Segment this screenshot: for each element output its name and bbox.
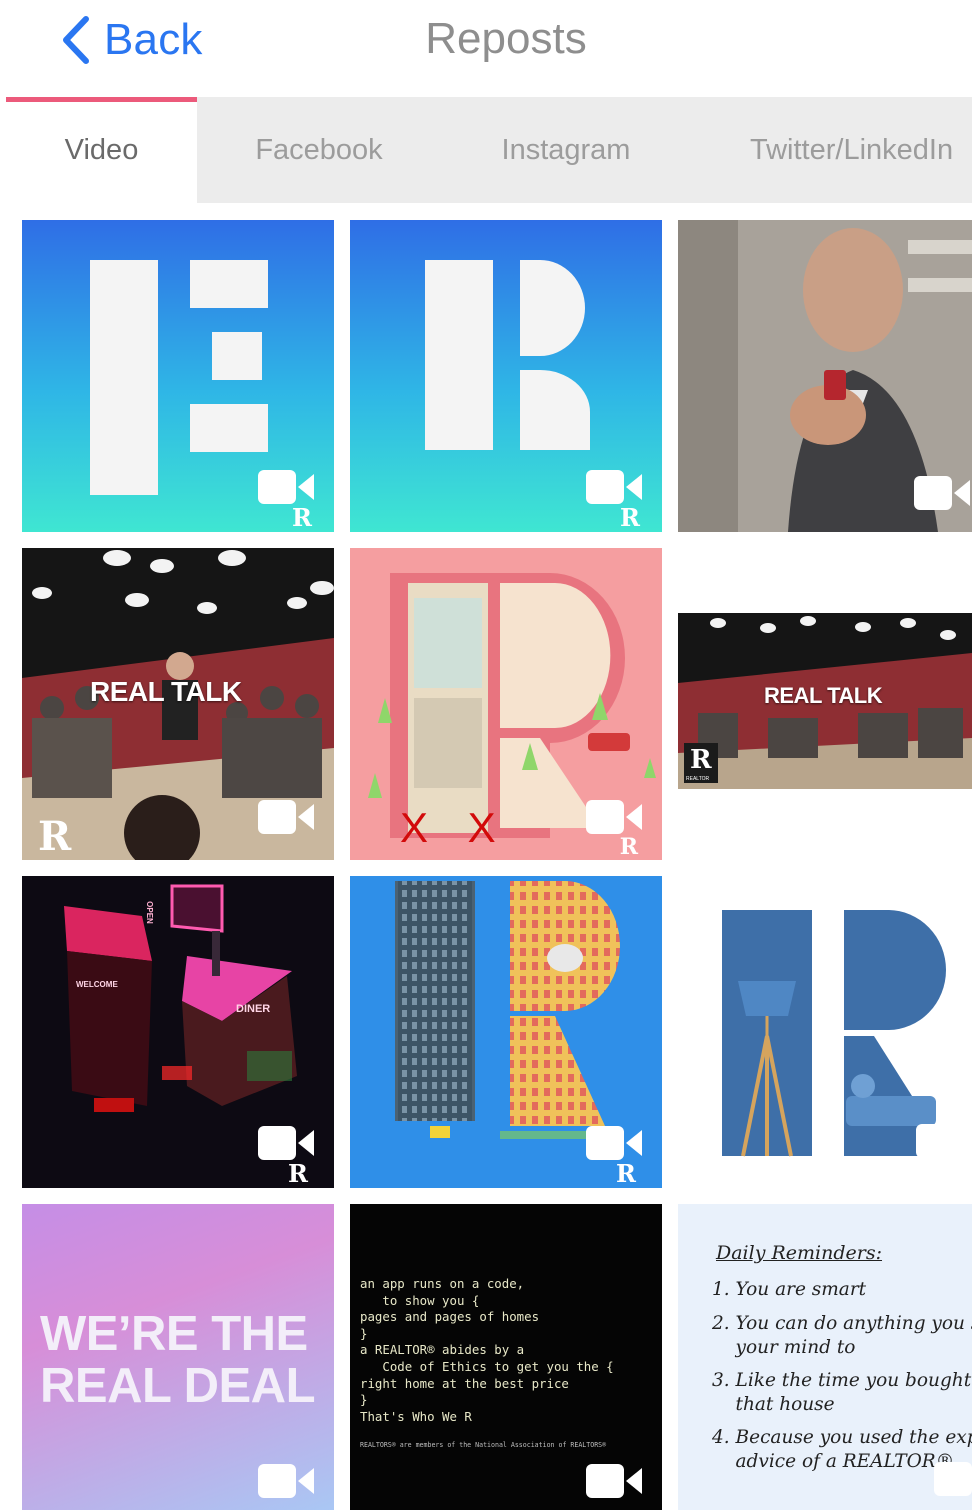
tab-selected-indicator [6, 97, 197, 102]
video-tile-8[interactable]: R [350, 876, 662, 1188]
x-marks: X X [400, 804, 510, 851]
tab-facebook-label: Facebook [255, 133, 383, 166]
realtor-r-logo: R [616, 1159, 636, 1188]
video-tile-9[interactable] [678, 876, 972, 1188]
navigation-bar: Back Reposts [0, 0, 972, 96]
realtor-r-logo: R [292, 503, 312, 532]
realtor-r-logo: R [620, 503, 640, 532]
tab-twitter-linkedin-label: Twitter/LinkedIn [750, 133, 954, 166]
realtor-logo-badge: R REALTOR [684, 743, 718, 783]
video-tile-12[interactable]: Daily Reminders: 1. You are smart 2. You… [678, 1204, 972, 1510]
code-text: an app runs on a code, to show you { pag… [360, 1276, 614, 1424]
page-title: Reposts [425, 14, 587, 63]
video-camera-icon [258, 1464, 314, 1498]
tab-instagram-label: Instagram [501, 133, 631, 166]
reminders-title: Daily Reminders: [716, 1242, 883, 1264]
tab-video[interactable]: Video [6, 97, 197, 203]
video-tile-4[interactable]: REAL TALK R [22, 548, 334, 860]
video-camera-icon [586, 1464, 642, 1498]
tab-instagram[interactable]: Instagram [441, 97, 691, 203]
tab-bar: Video Facebook Instagram Twitter/LinkedI… [6, 97, 972, 203]
diner-sign: DINER [236, 1003, 271, 1015]
welcome-sign: WELCOME [76, 980, 118, 989]
video-camera-icon [586, 800, 642, 834]
video-tile-11[interactable]: an app runs on a code, to show you { pag… [350, 1204, 662, 1510]
video-camera-icon [916, 1124, 972, 1158]
reminder-item-4: 4. Because you used the expert advice of… [712, 1427, 972, 1472]
video-tile-3[interactable] [678, 220, 972, 532]
open-sign: OPEN [144, 901, 154, 924]
tab-facebook[interactable]: Facebook [197, 97, 441, 203]
video-camera-icon [914, 476, 970, 510]
reminder-item-1: 1. You are smart [712, 1279, 867, 1300]
video-tile-10[interactable]: WE’RE THE REAL DEAL [22, 1204, 334, 1510]
video-camera-icon [934, 1462, 972, 1496]
realtor-r-logo: R [619, 834, 638, 860]
real-deal-line-2: REAL DEAL [40, 1359, 316, 1413]
video-tile-2[interactable]: R [350, 220, 662, 532]
video-tile-7[interactable]: WELCOME DINER OPEN R [22, 876, 334, 1188]
video-camera-icon [586, 470, 642, 504]
video-camera-icon [258, 800, 314, 834]
code-footnote: REALTORS® are members of the National As… [360, 1441, 607, 1449]
video-camera-icon [586, 1126, 642, 1160]
video-camera-icon [258, 470, 314, 504]
real-talk-overlay: REAL TALK [764, 683, 883, 708]
realtor-r-logo: R [38, 813, 72, 860]
repost-grid: R R REAL TALK R X X R REAL TALK R REALTO… [0, 203, 972, 1510]
tab-twitter-linkedin[interactable]: Twitter/LinkedIn [706, 97, 972, 203]
real-deal-line-1: WE’RE THE [40, 1307, 308, 1361]
real-talk-overlay: REAL TALK [90, 676, 242, 707]
video-tile-6[interactable]: REAL TALK R REALTOR [678, 613, 972, 789]
reminder-item-2: 2. You can do anything you set your mind… [712, 1313, 972, 1358]
video-tile-5[interactable]: X X R [350, 548, 662, 860]
realtor-r-logo: R [288, 1159, 308, 1188]
reminder-item-3: 3. Like the time you bought that house [712, 1370, 972, 1415]
tab-video-label: Video [64, 133, 139, 166]
video-tile-1[interactable]: R [22, 220, 334, 532]
video-camera-icon [258, 1126, 314, 1160]
